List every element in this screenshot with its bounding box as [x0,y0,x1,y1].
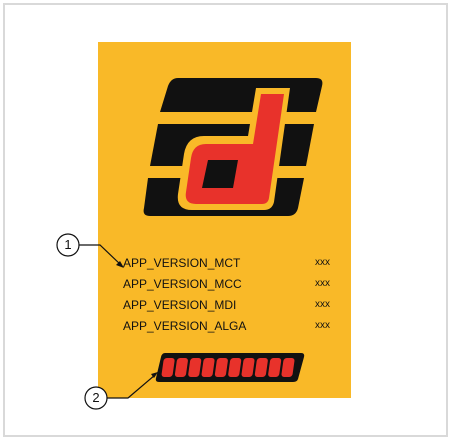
version-row-alga: APP_VERSION_ALGA xxx [123,315,338,336]
version-row-mct: APP_VERSION_MCT xxx [123,252,338,273]
version-list: APP_VERSION_MCT xxx APP_VERSION_MCC xxx … [123,252,338,336]
version-label: APP_VERSION_MDI [123,297,237,312]
version-value: xxx [315,320,330,331]
version-label: APP_VERSION_ALGA [123,318,247,333]
callout-2-number: 2 [92,390,100,405]
logo-mark-notch [202,160,238,188]
version-label: APP_VERSION_MCC [123,276,242,291]
progress-bar [155,353,305,382]
version-row-mdi: APP_VERSION_MDI xxx [123,294,338,315]
logo-stripe-top [160,78,323,112]
version-label: APP_VERSION_MCT [123,255,241,270]
version-value: xxx [315,278,330,289]
device-screen: APP_VERSION_MCT xxx APP_VERSION_MCC xxx … [98,42,351,398]
version-value: xxx [315,299,330,310]
version-value: xxx [315,257,330,268]
version-row-mcc: APP_VERSION_MCC xxx [123,273,338,294]
brand-logo [138,78,328,216]
callout-1-number: 1 [64,237,72,252]
